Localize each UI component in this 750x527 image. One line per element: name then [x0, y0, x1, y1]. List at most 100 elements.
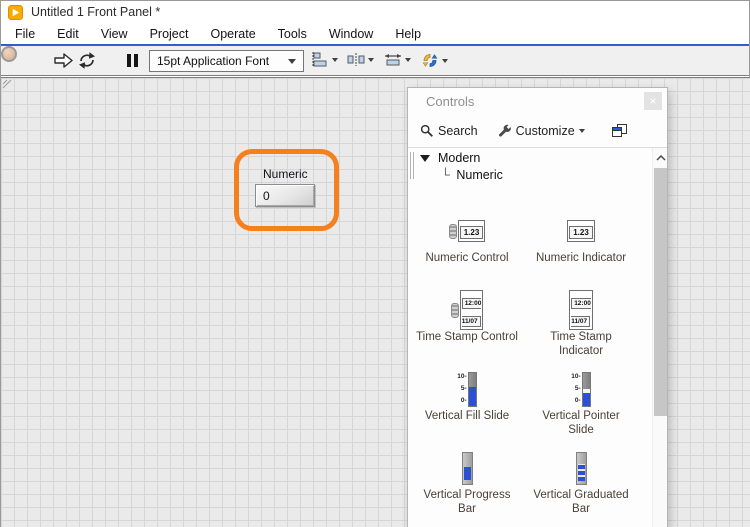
- customize-label: Customize: [516, 124, 575, 138]
- vertical-graduated-bar-icon: [576, 447, 587, 489]
- palette-item-label: Vertical Graduated Bar: [528, 489, 634, 516]
- palette-title: Controls: [426, 94, 474, 109]
- menu-item-edit[interactable]: Edit: [53, 25, 83, 43]
- palette-item-label: Numeric Control: [425, 252, 508, 266]
- tree-handle: [410, 152, 414, 179]
- search-button[interactable]: Search: [420, 124, 478, 138]
- time-icon-bottom: 11/07: [462, 318, 478, 325]
- title-bar: Untitled 1 Front Panel *: [1, 1, 749, 23]
- align-objects-icon: [311, 52, 329, 67]
- menu-item-view[interactable]: View: [97, 25, 132, 43]
- palette-item-label: Numeric Indicator: [536, 252, 626, 266]
- scale-tick: 0-: [571, 398, 580, 405]
- chevron-down-icon: [442, 59, 448, 63]
- window-title: Untitled 1 Front Panel *: [31, 5, 160, 19]
- pointer-icon: [583, 389, 590, 393]
- time-icon-top: 12:00: [465, 300, 482, 307]
- scale-tick: 0-: [457, 398, 466, 405]
- resize-objects-icon: [384, 52, 402, 67]
- time-icon-bottom: 11/07: [571, 318, 587, 325]
- vertical-progress-bar-icon: [462, 447, 473, 489]
- numeric-control-input[interactable]: 0: [255, 184, 315, 207]
- palette-item-vertical-pointer-slide[interactable]: 10- 5- 0- Vertical Pointer Slide: [525, 368, 637, 447]
- font-selector[interactable]: 15pt Application Font: [149, 50, 304, 72]
- palette-item-time-stamp-control[interactable]: 12:00 11/07 Time Stamp Control: [411, 289, 523, 368]
- palette-item-time-stamp-indicator[interactable]: 12:00 11/07 Time Stamp Indicator: [525, 289, 637, 368]
- expanded-triangle-icon: [420, 155, 430, 162]
- time-stamp-indicator-icon: 12:00 11/07: [569, 289, 593, 331]
- toolbar: 15pt Application Font: [1, 46, 749, 76]
- palette-item-vertical-progress-bar[interactable]: Vertical Progress Bar: [411, 447, 523, 526]
- pause-icon-bar2: [134, 54, 138, 67]
- time-icon-top: 12:00: [574, 300, 591, 307]
- search-icon: [420, 124, 434, 138]
- pin-palette-button[interactable]: [611, 123, 628, 138]
- palette-item-label: Vertical Pointer Slide: [528, 410, 634, 437]
- palette-item-grid: 1.23 Numeric Control 1.23 Numeric Indica…: [410, 210, 638, 526]
- labview-logo-icon: [8, 5, 23, 20]
- controls-palette: Controls × Search Customize: [407, 87, 668, 527]
- pause-icon: [127, 54, 131, 67]
- numeric-indicator-icon: 1.23: [567, 210, 595, 252]
- tree-elbow-icon: └: [441, 168, 450, 182]
- pin-window-icon: [611, 123, 628, 138]
- close-icon[interactable]: ×: [644, 92, 662, 110]
- numeric-control-label: Numeric: [263, 167, 308, 181]
- palette-item-label: Time Stamp Indicator: [528, 331, 634, 358]
- palette-item-label: Vertical Fill Slide: [425, 410, 509, 424]
- menu-item-file[interactable]: File: [11, 25, 39, 43]
- distribute-objects-icon: [347, 52, 365, 67]
- resize-objects-dropdown[interactable]: [384, 52, 411, 67]
- palette-body: Modern └ Numeric 1.23 Numeric Control: [408, 148, 667, 527]
- tree-subcategory-label: Numeric: [456, 168, 503, 182]
- numeric-icon-text: 1.23: [569, 226, 593, 239]
- palette-item-label: Vertical Progress Bar: [414, 489, 520, 516]
- front-panel[interactable]: Numeric 0 Controls × Search: [1, 77, 750, 527]
- knob-icon: [451, 303, 459, 318]
- palette-item-numeric-control[interactable]: 1.23 Numeric Control: [411, 210, 523, 289]
- scroll-up-button[interactable]: [653, 151, 668, 165]
- menu-item-help[interactable]: Help: [391, 25, 425, 43]
- run-icon: [53, 51, 74, 70]
- menu-item-operate[interactable]: Operate: [206, 25, 259, 43]
- palette-scrollbar[interactable]: [652, 148, 667, 527]
- palette-item-numeric-indicator[interactable]: 1.23 Numeric Indicator: [525, 210, 637, 289]
- align-objects-dropdown[interactable]: [311, 52, 338, 67]
- abort-button[interactable]: [1, 46, 17, 62]
- scale-tick: 5-: [457, 386, 466, 393]
- chevron-up-icon: [656, 155, 666, 161]
- run-continuously-button[interactable]: [77, 51, 97, 70]
- chevron-down-icon: [288, 59, 296, 64]
- scale-tick: 5-: [571, 386, 580, 393]
- palette-item-label: Time Stamp Control: [416, 331, 518, 345]
- menu-item-window[interactable]: Window: [325, 25, 377, 43]
- tree-category-modern[interactable]: Modern: [420, 151, 480, 165]
- numeric-control-icon: 1.23: [449, 210, 486, 252]
- reorder-icon: [421, 52, 439, 69]
- chevron-down-icon: [405, 58, 411, 62]
- labview-window: Untitled 1 Front Panel * File Edit View …: [0, 0, 750, 527]
- numeric-control-value: 0: [263, 189, 270, 203]
- scale-tick: 10-: [571, 374, 580, 381]
- menu-item-tools[interactable]: Tools: [274, 25, 311, 43]
- pause-button[interactable]: [127, 54, 138, 67]
- reorder-dropdown[interactable]: [421, 52, 448, 69]
- font-selector-value: 15pt Application Font: [157, 54, 269, 68]
- run-continuously-icon: [77, 51, 97, 70]
- run-button[interactable]: [53, 51, 74, 70]
- palette-item-vertical-fill-slide[interactable]: 10- 5- 0- Vertical Fill Slide: [411, 368, 523, 447]
- search-label: Search: [438, 124, 478, 138]
- chevron-down-icon: [579, 129, 585, 133]
- chevron-down-icon: [368, 58, 374, 62]
- customize-button[interactable]: Customize: [498, 124, 585, 138]
- palette-item-vertical-graduated-bar[interactable]: Vertical Graduated Bar: [525, 447, 637, 526]
- wrench-icon: [498, 124, 512, 138]
- scrollbar-thumb[interactable]: [654, 168, 667, 416]
- menu-item-project[interactable]: Project: [146, 25, 193, 43]
- distribute-objects-dropdown[interactable]: [347, 52, 374, 67]
- tree-subcategory-numeric[interactable]: └ Numeric: [441, 168, 503, 182]
- knob-icon: [449, 224, 457, 239]
- vertical-pointer-slide-icon: 10- 5- 0-: [571, 368, 590, 410]
- palette-header: Controls ×: [408, 88, 667, 114]
- tree-category-label: Modern: [438, 151, 480, 165]
